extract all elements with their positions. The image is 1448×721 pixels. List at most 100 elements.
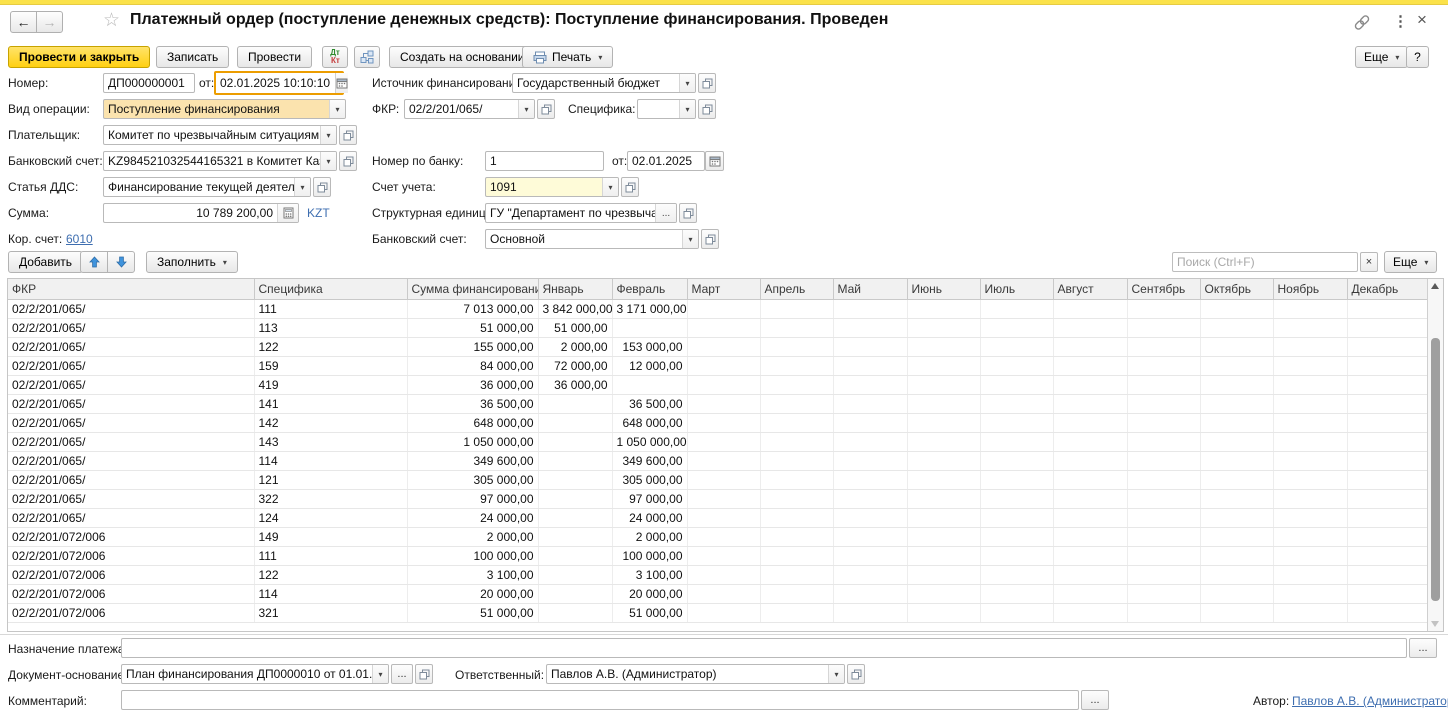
cell-month[interactable] <box>1347 413 1427 432</box>
currency-link[interactable]: KZT <box>307 206 330 220</box>
cell-month[interactable] <box>1053 470 1127 489</box>
calculator-button[interactable] <box>277 204 298 222</box>
open-button[interactable] <box>339 151 357 171</box>
cell-february[interactable]: 1 050 000,00 <box>612 432 687 451</box>
cell-month[interactable] <box>833 565 907 584</box>
open-button[interactable] <box>339 125 357 145</box>
cell-month[interactable] <box>833 470 907 489</box>
cell-month[interactable] <box>1200 584 1273 603</box>
cell-month[interactable] <box>1347 470 1427 489</box>
cell-february[interactable] <box>612 318 687 337</box>
table-row[interactable]: 02/2/201/065/142648 000,00648 000,00 <box>8 413 1427 432</box>
dropdown-button[interactable]: ▾ <box>372 665 388 683</box>
cell-total[interactable]: 7 013 000,00 <box>407 299 538 318</box>
column-header[interactable]: Январь <box>538 279 612 299</box>
open-button[interactable] <box>313 177 331 197</box>
cell-month[interactable] <box>1273 489 1347 508</box>
cell-month[interactable] <box>760 489 833 508</box>
cell-month[interactable] <box>1347 527 1427 546</box>
cell-month[interactable] <box>687 375 760 394</box>
cell-total[interactable]: 51 000,00 <box>407 603 538 622</box>
cell-specifics[interactable]: 113 <box>254 318 407 337</box>
cell-month[interactable] <box>1200 318 1273 337</box>
cell-february[interactable]: 153 000,00 <box>612 337 687 356</box>
cell-january[interactable]: 36 000,00 <box>538 375 612 394</box>
cell-month[interactable] <box>980 337 1053 356</box>
cell-january[interactable] <box>538 527 612 546</box>
cell-month[interactable] <box>1053 299 1127 318</box>
cell-month[interactable] <box>687 451 760 470</box>
cell-month[interactable] <box>1127 527 1200 546</box>
cell-month[interactable] <box>1127 508 1200 527</box>
cell-february[interactable]: 97 000,00 <box>612 489 687 508</box>
cell-specifics[interactable]: 419 <box>254 375 407 394</box>
number-field[interactable]: ДП000000001 <box>103 73 195 93</box>
cell-fkr[interactable]: 02/2/201/072/006 <box>8 565 254 584</box>
table-row[interactable]: 02/2/201/065/122155 000,002 000,00153 00… <box>8 337 1427 356</box>
cell-month[interactable] <box>907 432 980 451</box>
cell-month[interactable] <box>980 375 1053 394</box>
bank-date-field[interactable]: 02.01.2025 <box>627 151 705 171</box>
cell-total[interactable]: 51 000,00 <box>407 318 538 337</box>
cell-month[interactable] <box>687 337 760 356</box>
cell-month[interactable] <box>760 527 833 546</box>
cell-month[interactable] <box>1127 394 1200 413</box>
cell-month[interactable] <box>1347 584 1427 603</box>
cell-month[interactable] <box>687 527 760 546</box>
cell-month[interactable] <box>1127 546 1200 565</box>
cell-month[interactable] <box>833 413 907 432</box>
cell-month[interactable] <box>1347 546 1427 565</box>
account-field[interactable]: 1091 ▾ <box>485 177 619 197</box>
cell-month[interactable] <box>1273 527 1347 546</box>
cell-month[interactable] <box>833 318 907 337</box>
cell-month[interactable] <box>1053 565 1127 584</box>
cell-month[interactable] <box>1053 375 1127 394</box>
cell-fkr[interactable]: 02/2/201/065/ <box>8 375 254 394</box>
cell-month[interactable] <box>907 527 980 546</box>
cell-month[interactable] <box>1053 413 1127 432</box>
cell-fkr[interactable]: 02/2/201/065/ <box>8 489 254 508</box>
cell-fkr[interactable]: 02/2/201/065/ <box>8 470 254 489</box>
cell-month[interactable] <box>1127 603 1200 622</box>
cell-month[interactable] <box>1273 413 1347 432</box>
save-button[interactable]: Записать <box>156 46 229 68</box>
fill-button[interactable]: Заполнить▾ <box>146 251 238 273</box>
payment-purpose-ellipsis-button[interactable]: ... <box>1409 638 1437 658</box>
cell-total[interactable]: 36 000,00 <box>407 375 538 394</box>
cell-february[interactable]: 20 000,00 <box>612 584 687 603</box>
open-button[interactable] <box>698 99 716 119</box>
cell-month[interactable] <box>1347 603 1427 622</box>
base-document-ellipsis-button[interactable]: ... <box>391 664 413 684</box>
cell-month[interactable] <box>907 565 980 584</box>
cell-january[interactable] <box>538 565 612 584</box>
cell-total[interactable]: 648 000,00 <box>407 413 538 432</box>
cell-month[interactable] <box>760 413 833 432</box>
cell-january[interactable]: 51 000,00 <box>538 318 612 337</box>
cell-month[interactable] <box>833 375 907 394</box>
cell-month[interactable] <box>1347 337 1427 356</box>
cell-month[interactable] <box>1200 394 1273 413</box>
cell-month[interactable] <box>1347 432 1427 451</box>
cell-month[interactable] <box>1200 565 1273 584</box>
cell-month[interactable] <box>1273 318 1347 337</box>
document-structure-button[interactable] <box>354 46 380 68</box>
cell-month[interactable] <box>687 394 760 413</box>
cell-month[interactable] <box>1273 451 1347 470</box>
column-header[interactable]: Март <box>687 279 760 299</box>
cell-month[interactable] <box>1053 527 1127 546</box>
cell-february[interactable]: 24 000,00 <box>612 508 687 527</box>
cell-month[interactable] <box>687 356 760 375</box>
add-row-button[interactable]: Добавить <box>8 251 83 273</box>
column-header[interactable]: Сумма финансирования <box>407 279 538 299</box>
cell-month[interactable] <box>907 375 980 394</box>
cell-january[interactable] <box>538 451 612 470</box>
cell-month[interactable] <box>1347 356 1427 375</box>
cell-february[interactable]: 51 000,00 <box>612 603 687 622</box>
cell-month[interactable] <box>980 432 1053 451</box>
open-button[interactable] <box>698 73 716 93</box>
cell-month[interactable] <box>1053 337 1127 356</box>
cell-month[interactable] <box>907 356 980 375</box>
cell-month[interactable] <box>1347 451 1427 470</box>
cell-month[interactable] <box>980 299 1053 318</box>
cell-specifics[interactable]: 114 <box>254 451 407 470</box>
